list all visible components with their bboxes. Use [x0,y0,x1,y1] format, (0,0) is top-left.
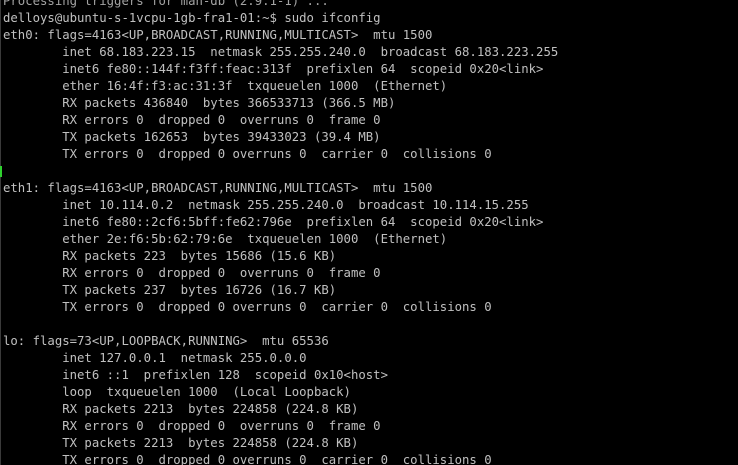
terminal-window[interactable]: Processing triggers for man-db (2.9.1-1)… [0,0,738,465]
terminal-line-eth0-rx-errors: RX errors 0 dropped 0 overruns 0 frame 0 [3,113,381,127]
terminal-line-scrolled-partial: Processing triggers for man-db (2.9.1-1)… [3,0,329,8]
terminal-line-eth0-inet: inet 68.183.223.15 netmask 255.255.240.0… [3,45,559,59]
terminal-line-lo-rx-errors: RX errors 0 dropped 0 overruns 0 frame 0 [3,419,381,433]
terminal-line-blank [0,163,738,180]
terminal-line-eth0-tx-errors: TX errors 0 dropped 0 overruns 0 carrier… [3,147,492,161]
terminal-line-prompt-command: delloys@ubuntu-s-1vcpu-1gb-fra1-01:~$ su… [3,11,381,25]
terminal-line-eth0-flags: eth0: flags=4163<UP,BROADCAST,RUNNING,MU… [3,28,433,42]
terminal-line-eth0-inet6: inet6 fe80::144f:f3ff:feac:313f prefixle… [3,62,544,76]
terminal-line-lo-inet: inet 127.0.0.1 netmask 255.0.0.0 [3,351,307,365]
terminal-line-eth1-inet6: inet6 fe80::2cf6:5bff:fe62:796e prefixle… [3,215,544,229]
terminal-line-lo-tx-packets: TX packets 2213 bytes 224858 (224.8 KB) [3,436,359,450]
terminal-line-eth0-ether: ether 16:4f:f3:ac:31:3f txqueuelen 1000 … [3,79,448,93]
terminal-line-eth1-rx-packets: RX packets 223 bytes 15686 (15.6 KB) [3,249,337,263]
terminal-line-lo-loop: loop txqueuelen 1000 (Local Loopback) [3,385,351,399]
terminal-line-eth0-tx-packets: TX packets 162653 bytes 39433023 (39.4 M… [3,130,381,144]
terminal-line-lo-tx-errors: TX errors 0 dropped 0 overruns 0 carrier… [3,453,492,465]
terminal-scroll-marker [0,166,2,177]
terminal-line-eth1-flags: eth1: flags=4163<UP,BROADCAST,RUNNING,MU… [3,181,433,195]
terminal-line-eth1-inet: inet 10.114.0.2 netmask 255.255.240.0 br… [3,198,529,212]
terminal-line-lo-inet6: inet6 ::1 prefixlen 128 scopeid 0x10<hos… [3,368,388,382]
terminal-line-eth1-tx-packets: TX packets 237 bytes 16726 (16.7 KB) [3,283,337,297]
terminal-line-eth1-tx-errors: TX errors 0 dropped 0 overruns 0 carrier… [3,300,492,314]
terminal-line-lo-rx-packets: RX packets 2213 bytes 224858 (224.8 KB) [3,402,359,416]
terminal-line-eth1-rx-errors: RX errors 0 dropped 0 overruns 0 frame 0 [3,266,381,280]
terminal-line-eth0-rx-packets: RX packets 436840 bytes 366533713 (366.5… [3,96,396,110]
terminal-line-lo-flags: lo: flags=73<UP,LOOPBACK,RUNNING> mtu 65… [3,334,329,348]
terminal-line-eth1-ether: ether 2e:f6:5b:62:79:6e txqueuelen 1000 … [3,232,448,246]
